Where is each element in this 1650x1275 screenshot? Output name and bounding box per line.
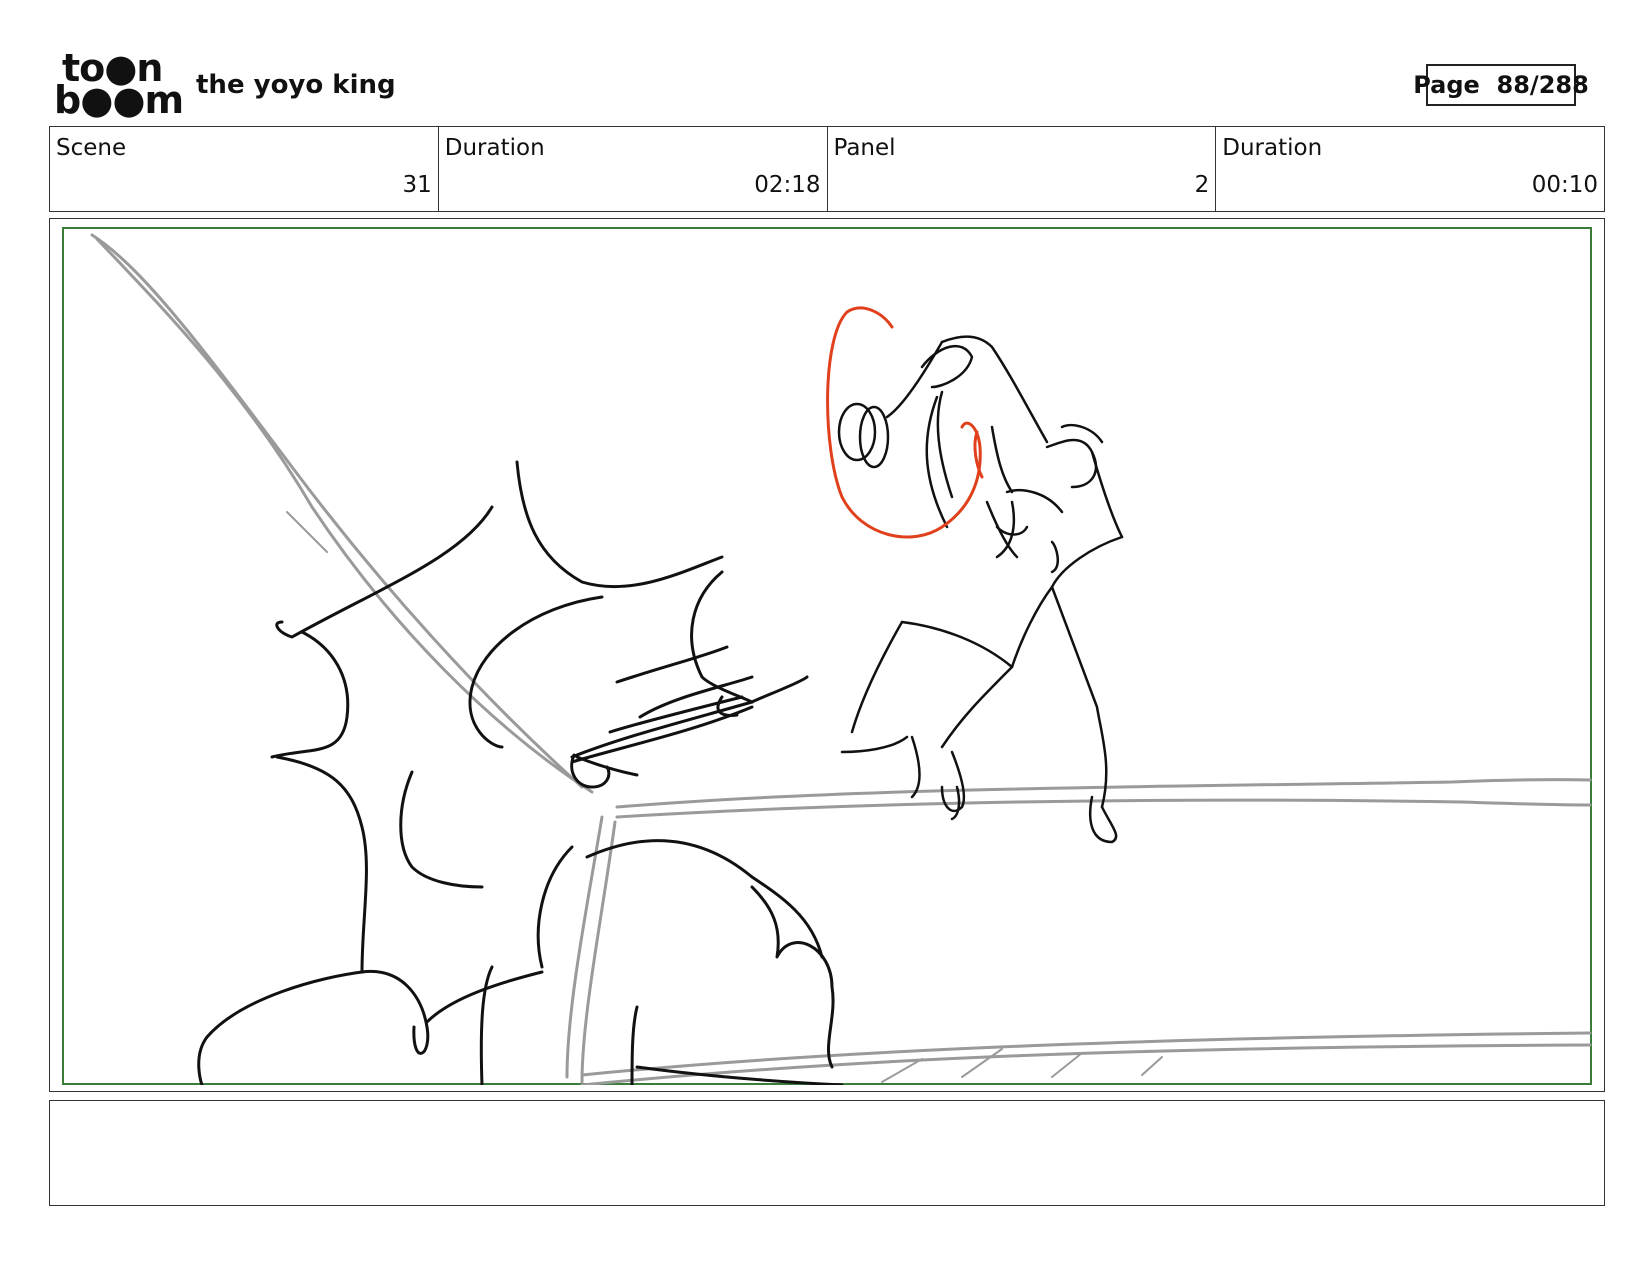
gray-motion-lines [90, 233, 1592, 1085]
scene-label: Scene [56, 135, 127, 161]
page-number: 88/288 [1496, 71, 1589, 99]
panel-duration-label: Duration [1222, 135, 1323, 161]
page-indicator: Page 88/288 [1413, 64, 1589, 106]
scene-duration-value: 02:18 [754, 172, 821, 198]
scene-duration-cell: Duration 02:18 [439, 127, 828, 211]
yoyo-disc [837, 402, 877, 462]
page-label: Page [1413, 71, 1480, 99]
scene-cell: Scene 31 [50, 127, 439, 211]
red-yoyo-action [826, 306, 984, 539]
camera-frame [62, 227, 1592, 1085]
sketch-canvas [62, 227, 1592, 1085]
panel-notes-box [49, 1100, 1605, 1206]
panel-value: 2 [1194, 172, 1210, 198]
yoyo-string-line [90, 233, 584, 789]
storyboard-drawing [62, 227, 1592, 1085]
impact-burst [197, 460, 844, 1085]
project-title: the yoyo king [196, 70, 396, 100]
panel-duration-value: 00:10 [1531, 172, 1598, 198]
scene-value: 31 [402, 172, 432, 198]
panel-duration-cell: Duration 00:10 [1216, 127, 1604, 211]
yoyo [837, 402, 890, 469]
panel-cell: Panel 2 [828, 127, 1217, 211]
panel-info-table: Scene 31 Duration 02:18 Panel 2 Duration… [49, 126, 1605, 212]
logo-line-bottom: b●●m [54, 78, 184, 122]
character-figure [840, 335, 1124, 844]
toonboom-logo: to●n b●●m [54, 49, 184, 119]
panel-label: Panel [833, 135, 896, 161]
scene-duration-label: Duration [444, 135, 545, 161]
